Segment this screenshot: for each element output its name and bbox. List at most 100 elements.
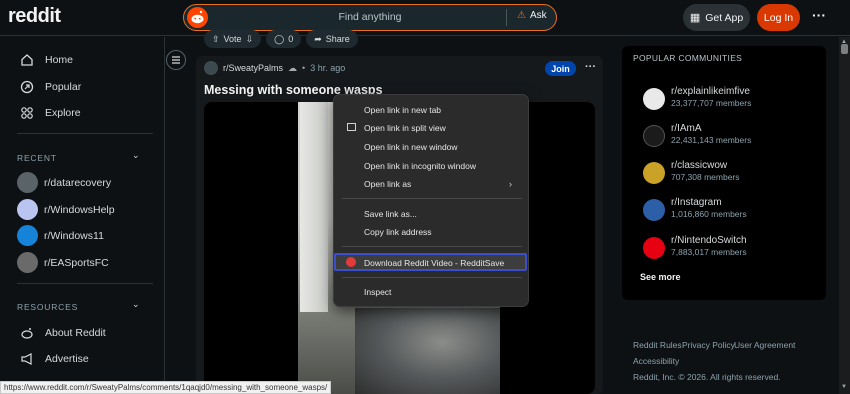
video-content: [355, 308, 500, 394]
collapse-sidebar-button[interactable]: [166, 50, 186, 70]
more-options-icon[interactable]: ···: [812, 7, 826, 23]
community-item[interactable]: r/IAmA 22,431,143 members: [643, 123, 751, 147]
menu-item-open-link-as[interactable]: Open link as: [364, 179, 411, 189]
resource-label: About Reddit: [45, 327, 106, 339]
community-members: 7,883,017 members: [671, 247, 747, 257]
vote-button[interactable]: ⇧ Vote ⇩: [204, 30, 262, 48]
subreddit-avatar: [17, 172, 38, 193]
see-more-button[interactable]: See more: [640, 272, 681, 282]
post-more-icon[interactable]: ···: [585, 61, 596, 73]
subreddit-avatar[interactable]: [204, 61, 218, 75]
menu-separator: [342, 277, 522, 278]
menu-item-save-link-as[interactable]: Save link as...: [364, 209, 417, 219]
resource-about-reddit[interactable]: About Reddit: [20, 326, 106, 340]
resource-advertise[interactable]: Advertise: [20, 352, 89, 366]
comment-icon: ◯: [274, 33, 285, 44]
comments-count: 0: [288, 34, 294, 44]
split-view-icon: [347, 123, 356, 131]
subreddit-avatar: [17, 199, 38, 220]
menu-icon: [172, 56, 180, 64]
menu-separator: [342, 198, 522, 199]
post-action-bar: ⇧ Vote ⇩ ◯ 0 ➦ Share: [204, 30, 358, 48]
search-divider: [506, 9, 507, 26]
recent-item[interactable]: r/Windows11: [17, 225, 104, 246]
scroll-down-icon[interactable]: ▼: [841, 384, 847, 390]
get-app-label: Get App: [705, 11, 744, 24]
qr-code-icon: ▦: [689, 12, 701, 24]
sidebar-divider: [17, 283, 153, 284]
community-avatar: [643, 162, 665, 184]
nav-popular-label: Popular: [45, 81, 82, 93]
menu-item-open-split-view[interactable]: Open link in split view: [364, 123, 446, 133]
nav-home-label: Home: [45, 54, 74, 66]
resources-heading[interactable]: RESOURCES: [17, 302, 78, 312]
community-item[interactable]: r/classicwow 707,308 members: [643, 160, 740, 184]
recent-item-label: r/Windows11: [44, 229, 104, 242]
community-name: r/NintendoSwitch: [671, 235, 747, 246]
reddit-alien-icon: [21, 328, 33, 339]
downvote-icon: ⇩: [245, 33, 254, 44]
get-app-button[interactable]: ▦ Get App: [683, 4, 750, 31]
chevron-down-icon[interactable]: ⌄: [132, 299, 140, 310]
footer-copyright: Reddit, Inc. © 2026. All rights reserved…: [633, 372, 781, 382]
windows-logo-icon: [17, 225, 38, 246]
search-bar[interactable]: Find anything ⚠ Ask: [183, 4, 557, 31]
menu-item-inspect[interactable]: Inspect: [364, 287, 391, 297]
community-name: r/Instagram: [671, 197, 722, 208]
link-status-url: https://www.reddit.com/r/SweatyPalms/com…: [0, 381, 332, 394]
chevron-right-icon: ›: [509, 179, 512, 189]
community-item[interactable]: r/explainlikeimfive 23,377,707 members: [643, 86, 751, 110]
nav-explore[interactable]: Explore: [20, 106, 81, 120]
menu-separator: [342, 246, 522, 247]
footer-link-accessibility[interactable]: Accessibility: [633, 356, 679, 366]
menu-item-open-incognito[interactable]: Open link in incognito window: [364, 161, 476, 171]
menu-item-open-new-tab[interactable]: Open link in new tab: [364, 105, 441, 115]
home-icon: [21, 54, 33, 66]
scrollbar[interactable]: [839, 37, 850, 394]
community-avatar: [643, 199, 665, 221]
menu-item-download-reddit-video[interactable]: Download Reddit Video - RedditSave: [364, 258, 504, 268]
nav-home[interactable]: Home: [20, 53, 73, 67]
recent-item[interactable]: r/WindowsHelp: [17, 199, 115, 220]
share-button[interactable]: ➦ Share: [306, 30, 358, 48]
community-item[interactable]: r/NintendoSwitch 7,883,017 members: [643, 235, 747, 259]
community-members: 707,308 members: [671, 172, 740, 182]
popular-icon: [20, 80, 34, 94]
reddit-logo[interactable]: reddit: [8, 5, 61, 28]
nav-popular[interactable]: Popular: [20, 80, 81, 94]
subreddit-avatar: [17, 252, 38, 273]
footer-link-privacy-policy[interactable]: Privacy Policy: [682, 340, 735, 350]
recent-item-label: r/EASportsFC: [44, 256, 109, 269]
footer-link-reddit-rules[interactable]: Reddit Rules: [633, 340, 682, 350]
community-members: 23,377,707 members: [671, 98, 752, 108]
explore-icon: [21, 107, 33, 119]
recent-item[interactable]: r/EASportsFC: [17, 252, 109, 273]
dot-separator: •: [302, 63, 306, 73]
menu-item-copy-link-address[interactable]: Copy link address: [364, 227, 432, 237]
recent-item-label: r/datarecovery: [44, 176, 112, 189]
chevron-down-icon[interactable]: ⌄: [132, 150, 140, 161]
community-name: r/classicwow: [671, 160, 728, 171]
join-button[interactable]: Join: [545, 61, 576, 76]
share-icon: ➦: [314, 33, 322, 44]
community-members: 22,431,143 members: [671, 135, 752, 145]
vote-label: Vote: [223, 34, 242, 44]
popular-communities-heading: POPULAR COMMUNITIES: [633, 53, 743, 63]
ask-label: Ask: [529, 10, 547, 21]
community-item[interactable]: r/Instagram 1,016,860 members: [643, 197, 747, 221]
footer-link-user-agreement[interactable]: User Agreement: [734, 340, 795, 350]
recent-heading[interactable]: RECENT: [17, 153, 57, 163]
login-button[interactable]: Log In: [757, 4, 800, 31]
comments-button[interactable]: ◯ 0: [266, 30, 302, 48]
scrollbar-thumb[interactable]: [841, 44, 848, 54]
search-input[interactable]: Find anything: [184, 11, 556, 23]
left-sidebar: Home Popular Explore RECENT ⌄ r/datareco…: [0, 37, 165, 394]
sidebar-divider: [17, 133, 153, 134]
community-avatar: [643, 88, 665, 110]
community-avatar: [643, 125, 665, 147]
ask-button[interactable]: ⚠ Ask: [517, 10, 547, 21]
recent-item[interactable]: r/datarecovery: [17, 172, 111, 193]
menu-item-open-new-window[interactable]: Open link in new window: [364, 142, 458, 152]
subreddit-name[interactable]: r/SweatyPalms: [223, 63, 283, 73]
community-avatar: [643, 237, 665, 259]
